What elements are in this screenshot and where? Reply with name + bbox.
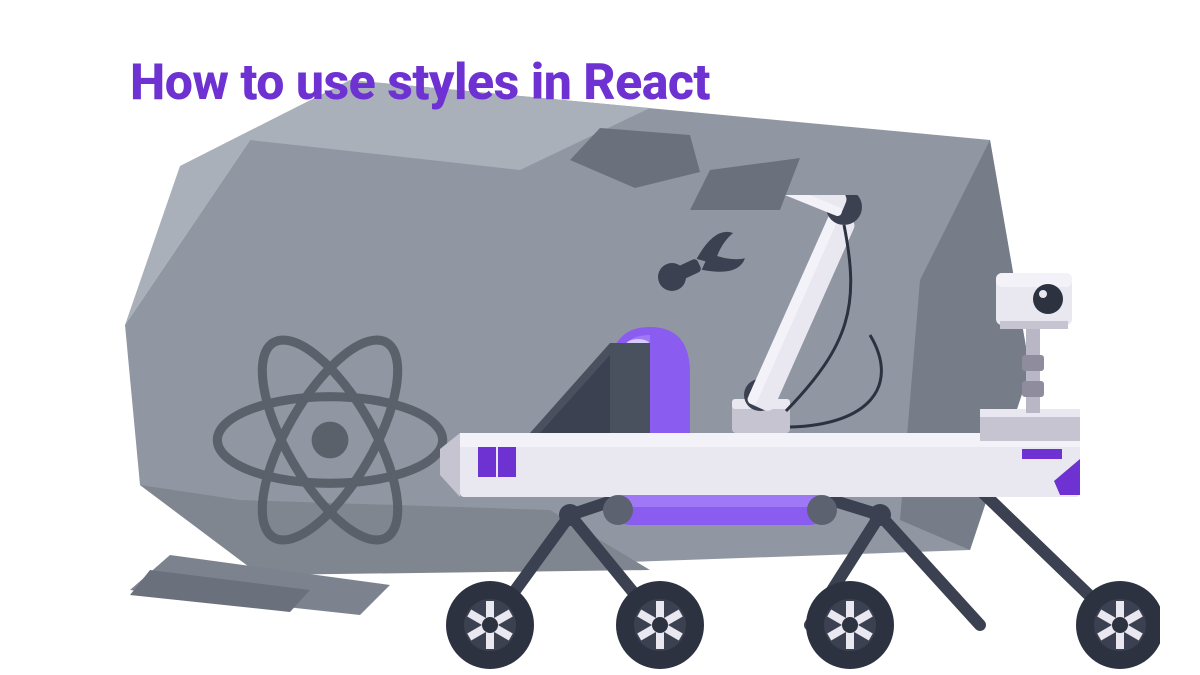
robot-arm-icon (658, 195, 881, 433)
illustration-stage: How to use styles in React (0, 0, 1200, 675)
page-title: How to use styles in React (130, 54, 710, 112)
rover-icon (440, 195, 1160, 675)
react-logo-icon (200, 310, 460, 570)
camera-icon (996, 273, 1072, 413)
wheel-icon (446, 581, 1160, 669)
